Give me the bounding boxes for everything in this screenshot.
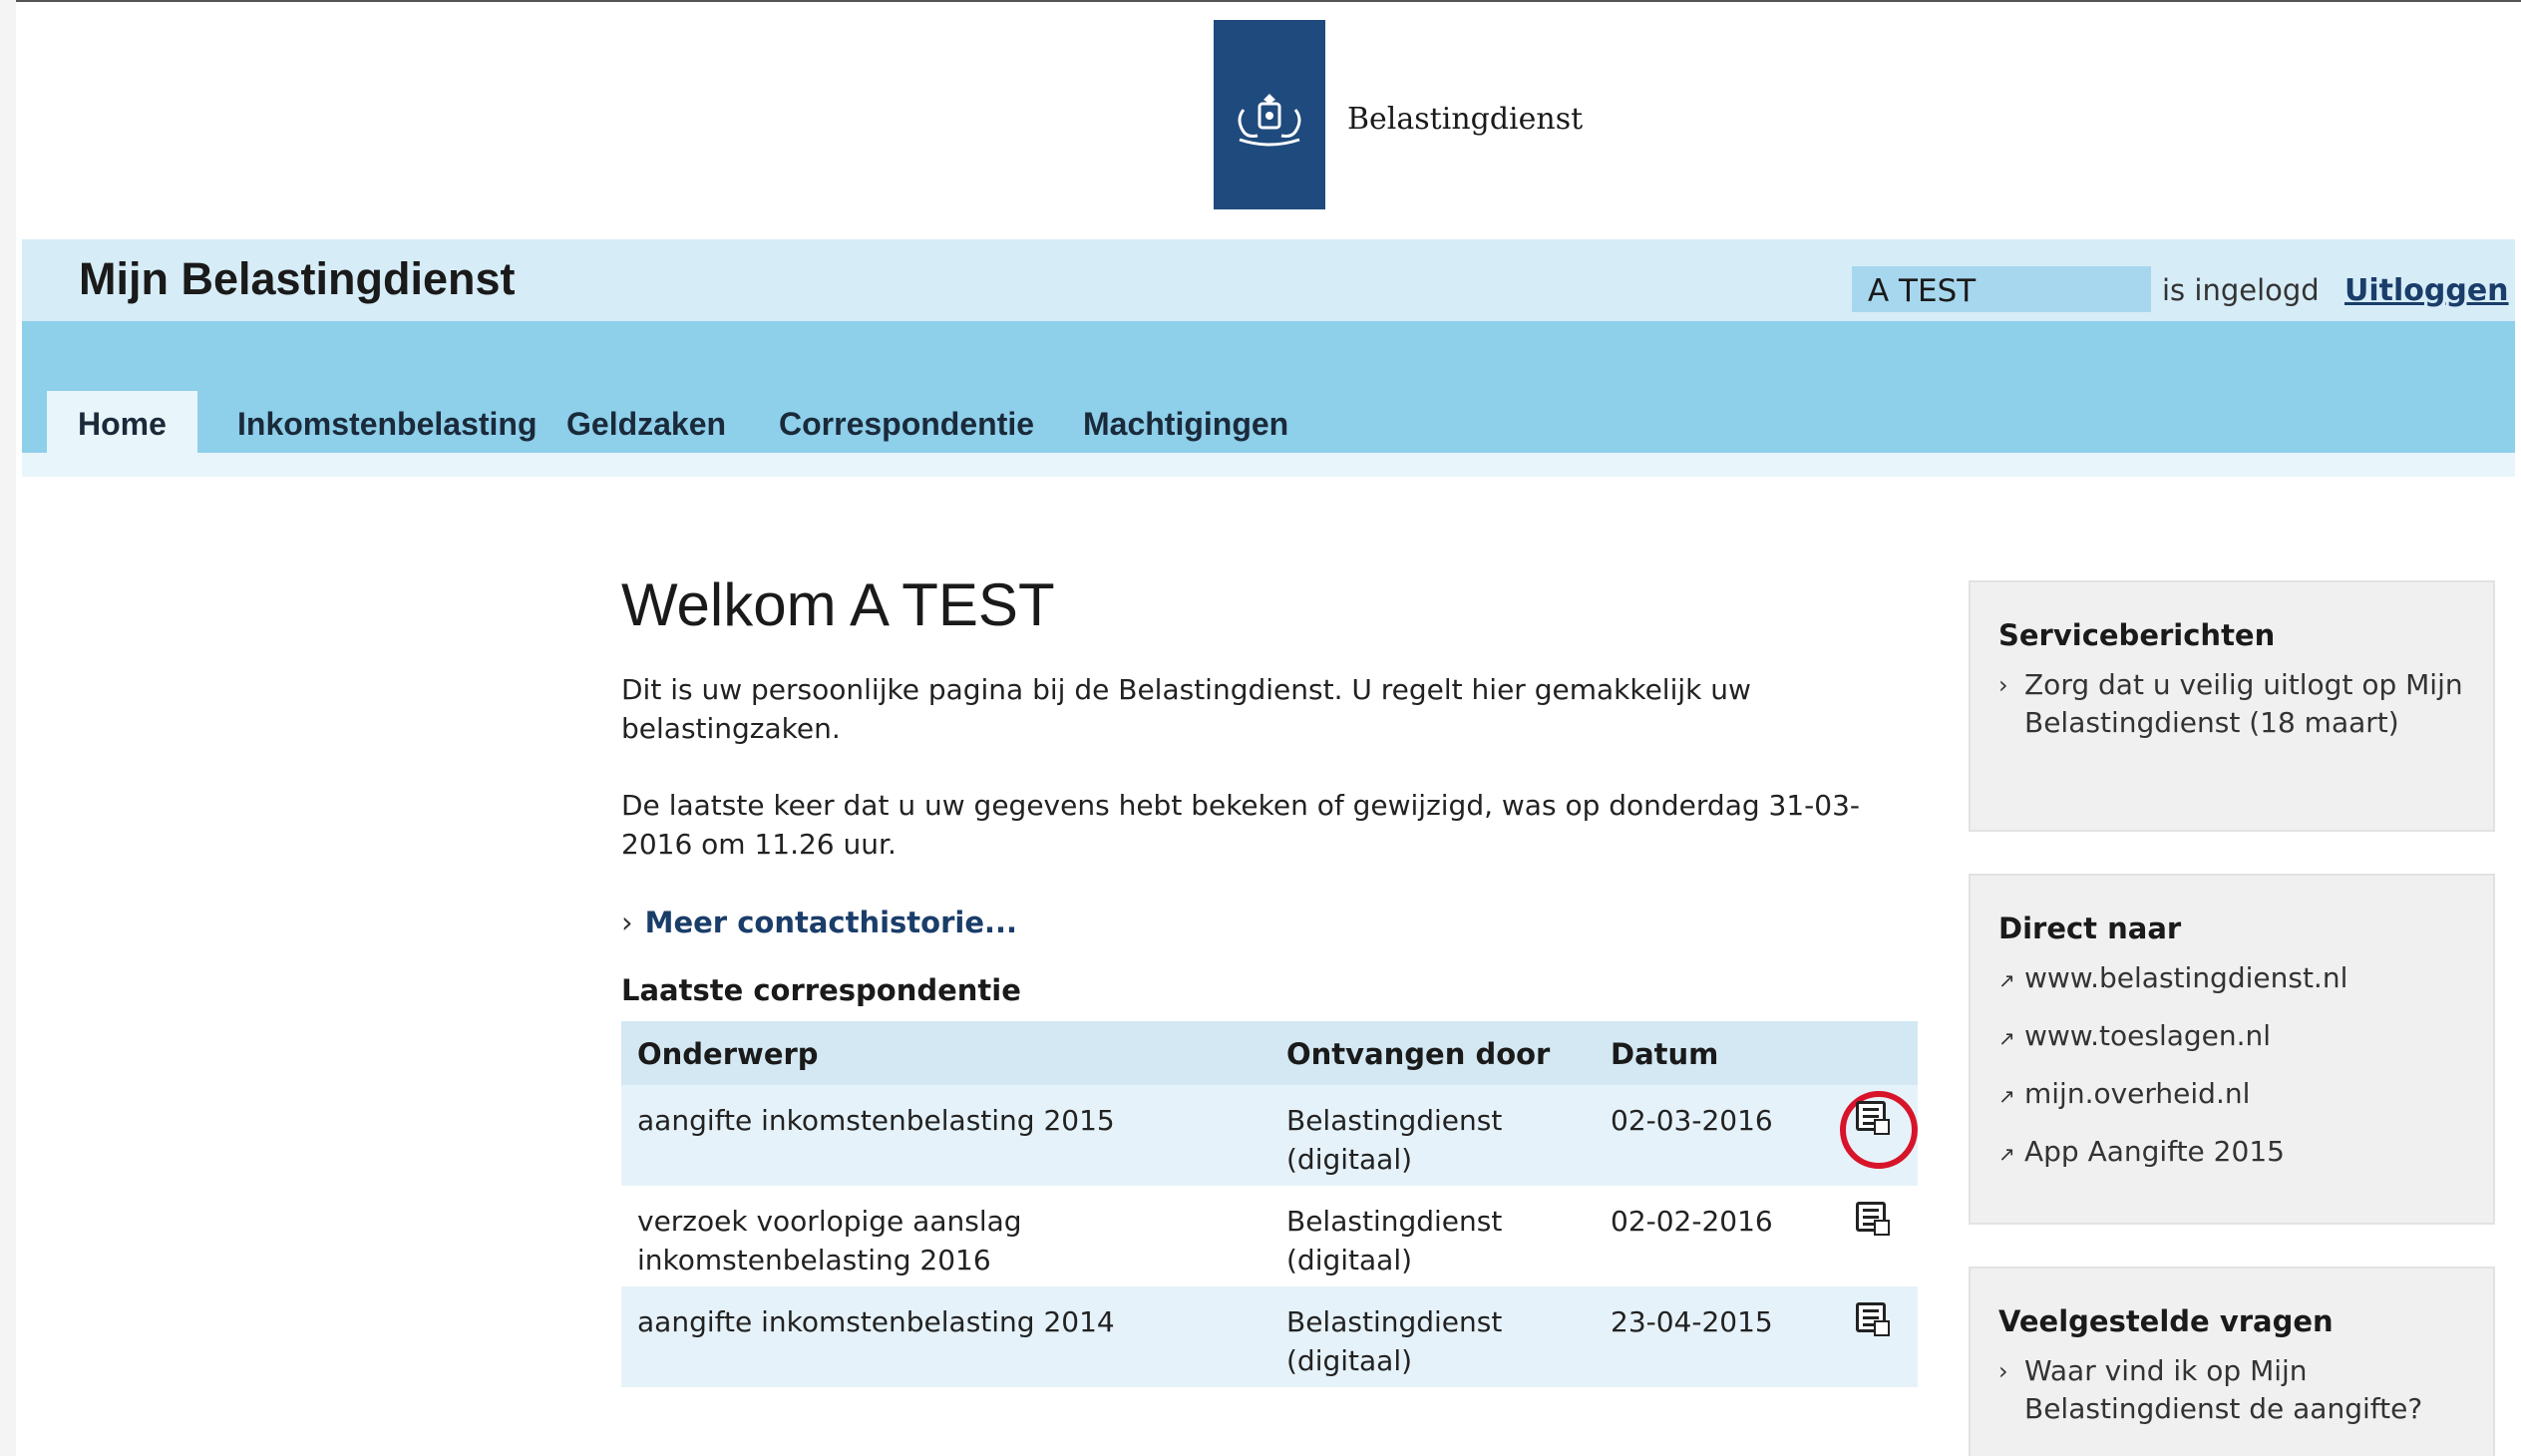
organization-name: Belastingdienst — [1347, 102, 1584, 137]
tab-geldzaken[interactable]: Geldzaken — [566, 391, 726, 453]
row-received-by: Belastingdienst (digitaal) — [1286, 1104, 1503, 1176]
service-message-item[interactable]: › Zorg dat u veilig uitlogt op Mijn Bela… — [1998, 666, 2465, 742]
table-row: aangifte inkomstenbelasting 2015 Belasti… — [621, 1085, 1918, 1186]
chevron-right-icon: › — [621, 906, 633, 939]
document-pdf-icon[interactable] — [1856, 1101, 1890, 1141]
tab-home[interactable]: Home — [47, 391, 197, 453]
row-subject: verzoek voorlopige aanslag inkomstenbela… — [637, 1205, 1022, 1276]
external-link-icon: ↗ — [1998, 1084, 2015, 1108]
direct-link-app-aangifte[interactable]: ↗ App Aangifte 2015 — [1998, 1133, 2465, 1171]
site-title: Mijn Belastingdienst — [79, 253, 516, 304]
row-received-by: Belastingdienst (digitaal) — [1286, 1205, 1503, 1276]
row-subject: aangifte inkomstenbelasting 2014 — [637, 1305, 1115, 1338]
main-navigation: Home Inkomstenbelasting Geldzaken Corres… — [22, 321, 2515, 453]
service-messages-box: Serviceberichten › Zorg dat u veilig uit… — [1969, 580, 2495, 832]
column-header-subject: Onderwerp — [637, 1037, 819, 1071]
logged-in-status: is ingelogd — [2162, 273, 2320, 307]
row-subject: aangifte inkomstenbelasting 2015 — [637, 1104, 1115, 1137]
service-message-label: Zorg dat u veilig uitlogt op Mijn Belast… — [2024, 668, 2463, 739]
direct-link-mijn-overheid[interactable]: ↗ mijn.overheid.nl — [1998, 1075, 2465, 1113]
direct-link-toeslagen[interactable]: ↗ www.toeslagen.nl — [1998, 1017, 2465, 1055]
row-date: 23-04-2015 — [1611, 1305, 1773, 1338]
column-header-date: Datum — [1611, 1037, 1719, 1071]
direct-link-belastingdienst[interactable]: ↗ www.belastingdienst.nl — [1998, 959, 2465, 997]
external-link-icon: ↗ — [1998, 1026, 2015, 1050]
row-received-by: Belastingdienst (digitaal) — [1286, 1305, 1503, 1377]
header-bar: Mijn Belastingdienst A TEST is ingelogd … — [22, 239, 2515, 321]
direct-links-box: Direct naar ↗ www.belastingdienst.nl ↗ w… — [1969, 874, 2495, 1225]
nav-underline — [22, 453, 2515, 477]
document-pdf-icon[interactable] — [1856, 1302, 1890, 1342]
external-link-icon: ↗ — [1998, 968, 2015, 992]
document-pdf-icon[interactable] — [1856, 1202, 1890, 1242]
row-date: 02-03-2016 — [1611, 1104, 1773, 1137]
faq-item[interactable]: › Waar vind ik op Mijn Belastingdienst d… — [1998, 1352, 2465, 1428]
correspondence-table: Onderwerp Ontvangen door Datum aangifte … — [621, 1021, 1918, 1387]
chevron-right-icon: › — [1998, 1357, 2008, 1385]
row-date: 02-02-2016 — [1611, 1205, 1773, 1238]
user-name-display: A TEST — [1852, 266, 2151, 312]
column-header-received-by: Ontvangen door — [1286, 1037, 1551, 1071]
faq-label: Waar vind ik op Mijn Belastingdienst de … — [2024, 1354, 2423, 1425]
contact-history-label: Meer contacthistorie... — [644, 906, 1018, 939]
chevron-right-icon: › — [1998, 671, 2008, 699]
coat-of-arms-icon — [1238, 94, 1301, 147]
welcome-prefix: Welkom — [621, 571, 837, 638]
welcome-heading: Welkom A TEST — [621, 570, 1055, 639]
direct-link-label: www.toeslagen.nl — [2024, 1019, 2272, 1052]
last-visit-text: De laatste keer dat u uw gegevens hebt b… — [621, 789, 1860, 861]
external-link-icon: ↗ — [1998, 1142, 2015, 1166]
logout-link[interactable]: Uitloggen — [2344, 273, 2509, 308]
service-messages-title: Serviceberichten — [1998, 618, 2276, 652]
table-row: aangifte inkomstenbelasting 2014 Belasti… — [621, 1286, 1918, 1387]
correspondence-heading: Laatste correspondentie — [621, 973, 1021, 1007]
tab-correspondentie[interactable]: Correspondentie — [779, 391, 1034, 453]
faq-title: Veelgestelde vragen — [1998, 1304, 2334, 1338]
direct-link-label: www.belastingdienst.nl — [2024, 961, 2348, 994]
welcome-name: A TEST — [849, 571, 1055, 638]
intro-text: Dit is uw persoonlijke pagina bij de Bel… — [621, 673, 1751, 745]
table-header: Onderwerp Ontvangen door Datum — [621, 1021, 1918, 1085]
direct-links-title: Direct naar — [1998, 911, 2182, 945]
government-logo — [1214, 20, 1325, 209]
direct-link-label: mijn.overheid.nl — [2024, 1077, 2251, 1110]
tab-inkomstenbelasting[interactable]: Inkomstenbelasting — [237, 391, 538, 453]
contact-history-link[interactable]: › Meer contacthistorie... — [621, 906, 1017, 939]
direct-link-label: App Aangifte 2015 — [2024, 1135, 2285, 1168]
faq-box: Veelgestelde vragen › Waar vind ik op Mi… — [1969, 1267, 2495, 1456]
tab-machtigingen[interactable]: Machtigingen — [1083, 391, 1288, 453]
page: Belastingdienst Mijn Belastingdienst A T… — [16, 0, 2521, 1456]
table-row: verzoek voorlopige aanslag inkomstenbela… — [621, 1186, 1918, 1286]
